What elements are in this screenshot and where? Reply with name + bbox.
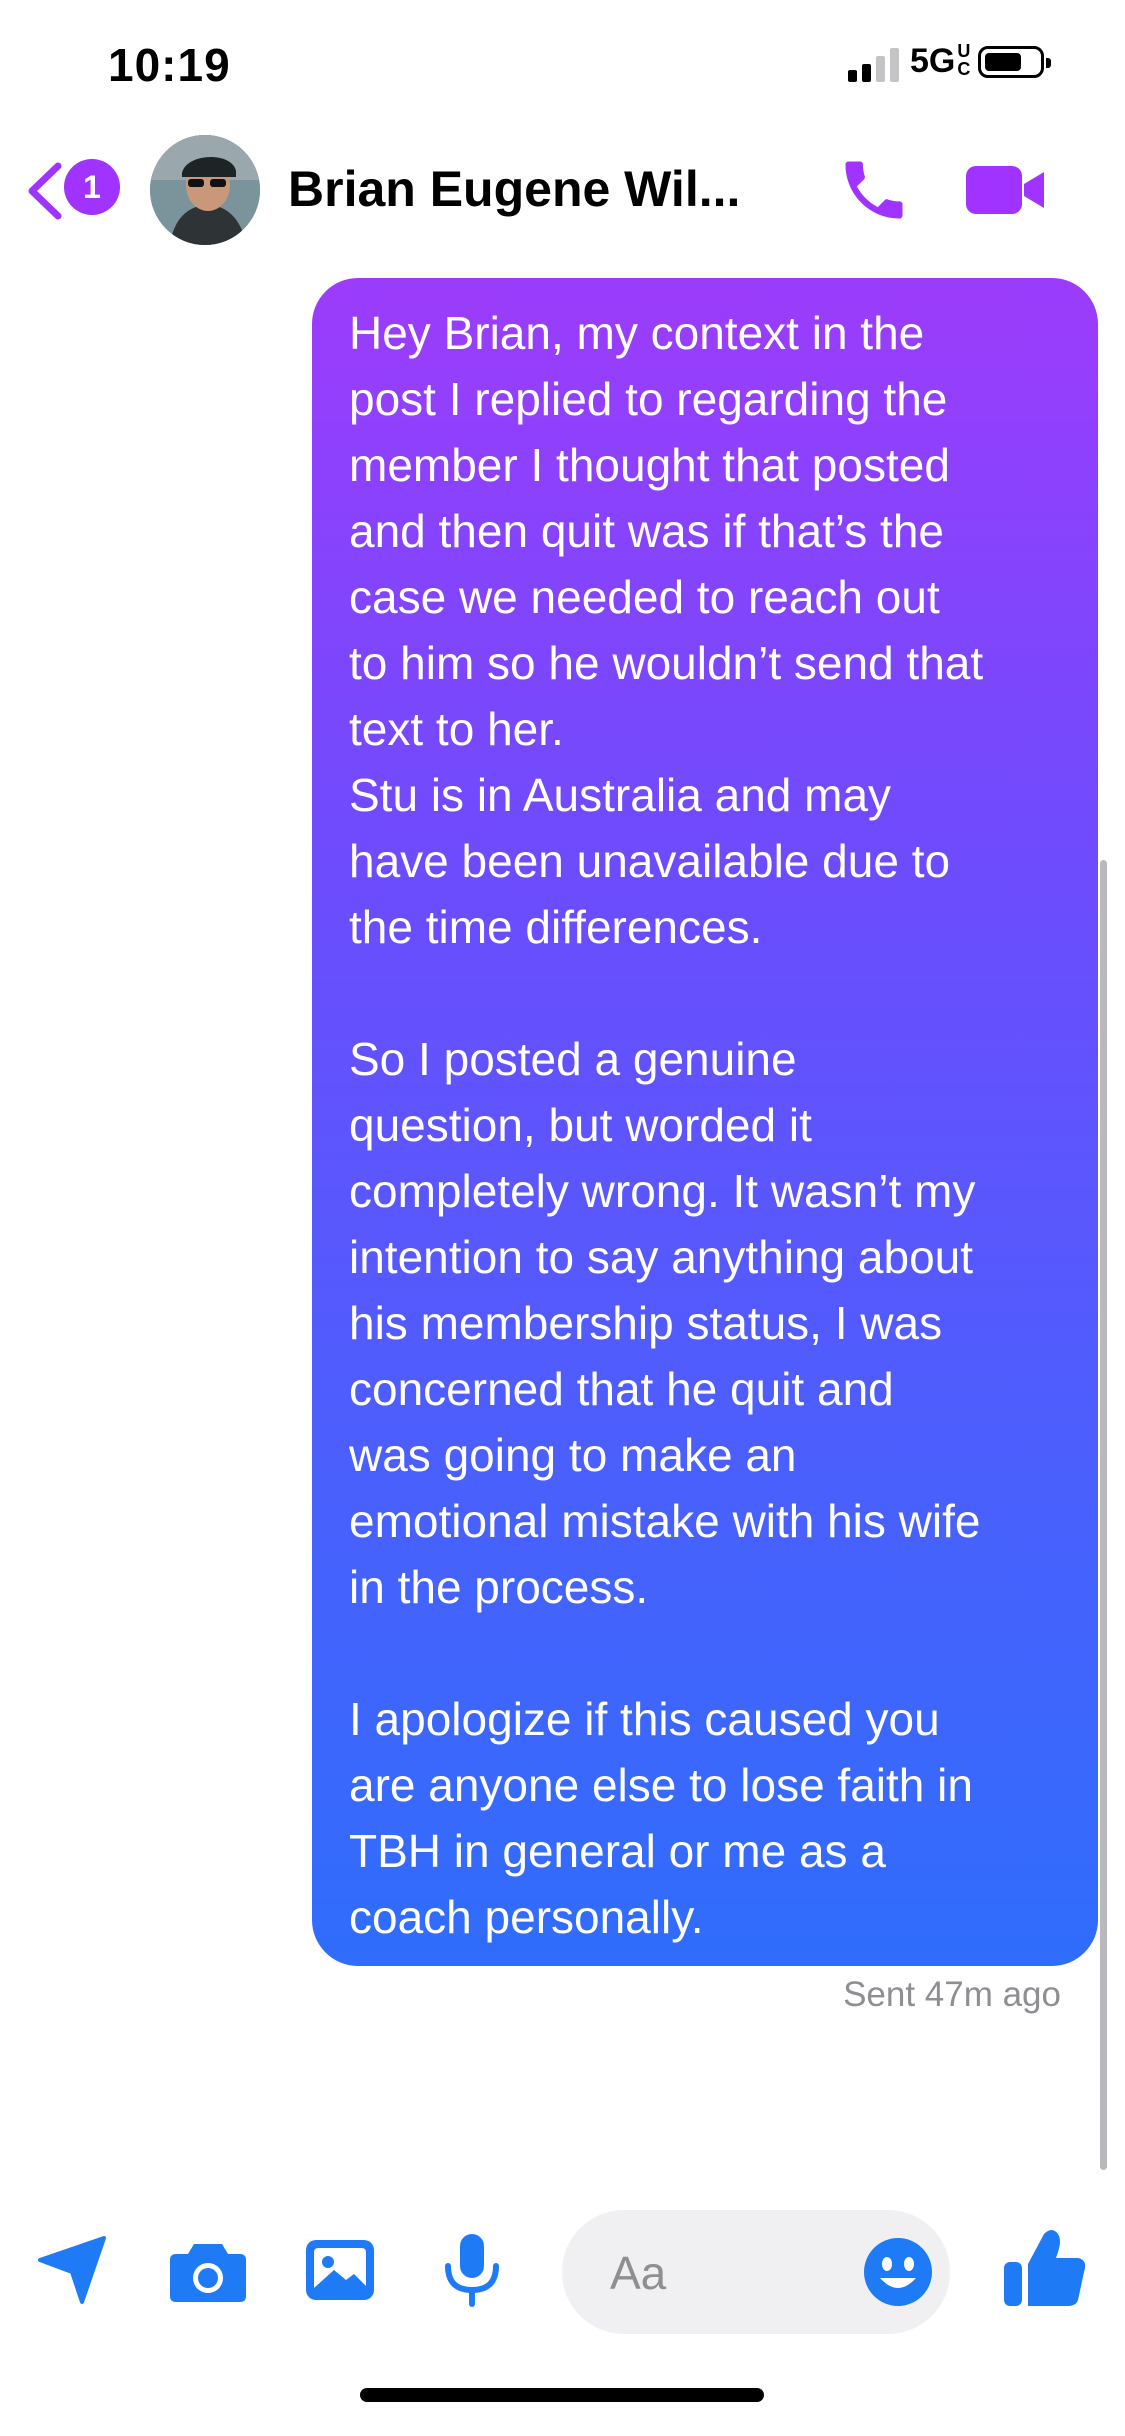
- send-location-button[interactable]: [32, 2230, 112, 2310]
- home-indicator[interactable]: [360, 2388, 764, 2402]
- status-bar: 10:19 5G UC: [0, 0, 1125, 130]
- video-call-button[interactable]: [960, 152, 1050, 228]
- battery-icon: [978, 46, 1051, 78]
- gallery-icon: [306, 2240, 374, 2300]
- composer-bar: [0, 2200, 1125, 2340]
- cellular-signal-icon: [848, 46, 900, 82]
- message-paragraph: So I posted a genuine question, but word…: [349, 1033, 981, 1613]
- message-bubble[interactable]: Hey Brian, my context in the post I repl…: [312, 278, 1098, 1966]
- camera-button[interactable]: [168, 2230, 248, 2310]
- message-paragraph: Hey Brian, my context in the post I repl…: [349, 307, 984, 953]
- thumbs-up-icon: [1004, 2230, 1086, 2306]
- thumbs-up-button[interactable]: [1000, 2222, 1090, 2312]
- message-input[interactable]: [608, 2232, 852, 2314]
- status-time: 10:19: [108, 39, 231, 91]
- network-type: 5G UC: [910, 41, 971, 80]
- phone-icon: [845, 161, 903, 219]
- scrollbar[interactable]: [1100, 860, 1107, 2170]
- network-subtype: UC: [957, 41, 971, 79]
- emoji-button[interactable]: [862, 2236, 934, 2308]
- conversation-header: 1 Brian Eugene Wil...: [0, 130, 1125, 250]
- contact-name[interactable]: Brian Eugene Wil...: [288, 160, 740, 218]
- message-paragraph: I apologize if this caused you are anyon…: [349, 1693, 973, 1943]
- emoji-icon: [864, 2238, 932, 2306]
- back-button[interactable]: 1: [24, 156, 124, 226]
- microphone-button[interactable]: [432, 2230, 512, 2310]
- audio-call-button[interactable]: [836, 152, 912, 228]
- back-chevron-icon: [28, 162, 62, 220]
- gallery-button[interactable]: [300, 2230, 380, 2310]
- microphone-icon: [445, 2234, 499, 2307]
- unread-badge: 1: [64, 159, 120, 215]
- send-location-icon: [38, 2236, 106, 2304]
- avatar[interactable]: [150, 135, 260, 245]
- message-status: Sent 47m ago: [843, 1975, 1061, 2014]
- video-camera-icon: [966, 166, 1044, 214]
- message-input-box[interactable]: [562, 2210, 950, 2334]
- camera-icon: [170, 2244, 246, 2302]
